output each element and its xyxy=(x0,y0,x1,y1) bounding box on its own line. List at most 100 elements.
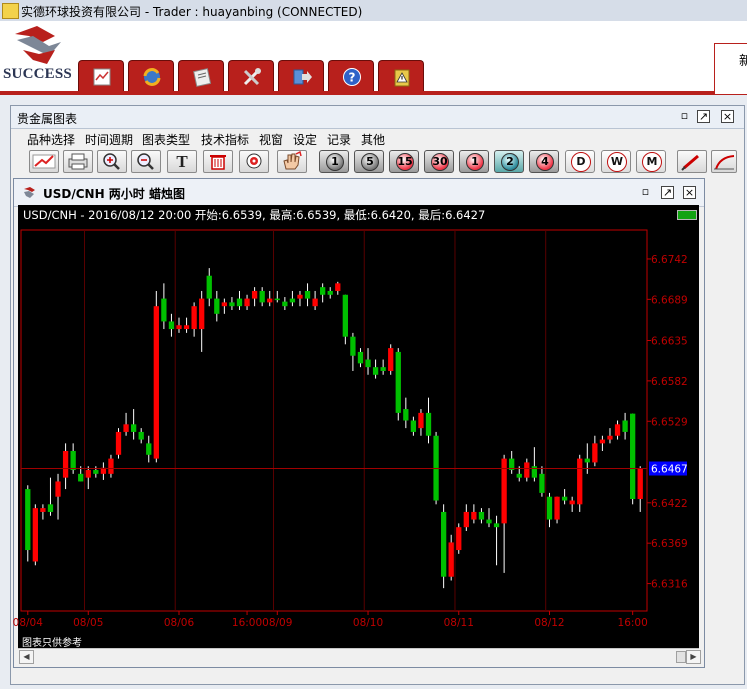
candle-down xyxy=(214,298,220,314)
candle-down xyxy=(138,431,144,440)
plot-frame xyxy=(20,229,648,612)
chart-horizontal-scrollbar[interactable]: ◀ ▶ xyxy=(18,648,701,666)
candle-down xyxy=(395,351,401,413)
candle-up xyxy=(176,325,182,330)
scroll-thumb[interactable] xyxy=(676,651,686,663)
x-tick-label: 08/12 xyxy=(534,617,564,629)
y-tick-label: 6.6635 xyxy=(651,335,688,347)
scroll-left-button[interactable]: ◀ xyxy=(19,650,34,664)
candle-up xyxy=(312,298,318,307)
candle-up xyxy=(637,468,643,499)
candle-up xyxy=(115,431,122,455)
candle-down xyxy=(486,519,492,524)
candle-down xyxy=(622,420,628,432)
candlestick-chart: 08/04 08/05 08/06 16:00 08/09 08/10 08/11 08/12… xyxy=(13,229,688,629)
candle-down xyxy=(380,367,386,371)
candle-up xyxy=(85,470,91,478)
candle-up xyxy=(614,424,621,436)
candle-down xyxy=(440,511,447,577)
candle-up xyxy=(191,306,197,330)
x-tick-label: 16:00 xyxy=(232,617,262,629)
y-tick-label: 6.6742 xyxy=(651,254,688,266)
candle-down xyxy=(93,470,99,474)
candle-up xyxy=(32,508,38,562)
candle-up xyxy=(448,542,454,577)
candle-up xyxy=(456,527,462,551)
candle-down xyxy=(304,290,311,299)
candle-down xyxy=(539,473,545,493)
y-tick-label: 6.6422 xyxy=(651,498,688,510)
candle-up xyxy=(183,325,190,330)
candle-down xyxy=(259,290,265,303)
candle-up xyxy=(599,439,606,444)
candle-down xyxy=(516,473,522,478)
candle-down xyxy=(365,359,371,368)
candle-up xyxy=(199,298,205,330)
candle-up xyxy=(55,481,61,497)
y-tick-label: 6.6529 xyxy=(651,416,688,428)
y-tick-label: 6.6689 xyxy=(651,294,688,306)
candle-down xyxy=(493,523,500,528)
candle-down xyxy=(161,298,167,322)
candle-up xyxy=(221,302,228,307)
candle-up xyxy=(418,412,424,429)
candle-down xyxy=(47,504,54,512)
candle-up xyxy=(40,508,46,512)
candle-down xyxy=(289,298,296,303)
candle-up xyxy=(569,500,575,505)
candle-down xyxy=(130,424,137,432)
candle-down xyxy=(357,351,364,364)
candle-down xyxy=(630,413,636,499)
candle-up xyxy=(335,283,341,291)
y-tick-label: 6.6316 xyxy=(651,579,688,591)
candle-down xyxy=(274,298,280,301)
candle-down xyxy=(561,496,568,501)
candle-down xyxy=(70,450,76,471)
candle-up xyxy=(123,424,129,432)
current-price-label: 6.6467 xyxy=(651,464,688,476)
candle-down xyxy=(168,321,175,330)
candle-down xyxy=(78,473,84,482)
candle-up xyxy=(62,450,69,478)
candle-down xyxy=(350,336,356,356)
candle-down xyxy=(206,275,212,299)
chart-disclaimer: 图表只供参考 xyxy=(22,638,82,649)
candle-up xyxy=(244,298,250,307)
candle-down xyxy=(403,409,409,421)
candle-down xyxy=(320,287,326,295)
candle-down xyxy=(410,420,417,432)
x-tick-label: 08/10 xyxy=(353,617,383,629)
candle-up xyxy=(471,511,477,520)
candle-down xyxy=(229,302,235,307)
candle-up xyxy=(554,496,560,520)
candle-down xyxy=(531,466,538,478)
candle-up xyxy=(297,294,303,299)
candle-up xyxy=(388,348,394,371)
x-tick-label: 08/04 xyxy=(13,617,44,629)
candle-up xyxy=(463,511,469,528)
x-tick-label: 08/05 xyxy=(73,617,103,629)
candle-up xyxy=(524,462,530,478)
candle-down xyxy=(236,298,243,307)
candle-down xyxy=(25,489,31,551)
candle-up xyxy=(153,306,159,459)
x-tick-label: 16:00 xyxy=(618,617,648,629)
candle-down xyxy=(546,496,553,520)
x-tick-label: 08/09 xyxy=(262,617,292,629)
x-tick-label: 08/11 xyxy=(444,617,474,629)
candle-down xyxy=(478,511,485,520)
candle-down xyxy=(327,290,333,295)
candle-up xyxy=(267,298,273,303)
candle-up xyxy=(607,435,613,440)
candle-up xyxy=(108,458,114,474)
x-tick-label: 08/06 xyxy=(164,617,195,629)
y-tick-label: 6.6369 xyxy=(651,538,688,550)
candle-up xyxy=(592,443,598,463)
candle-up xyxy=(577,458,583,505)
candle-down xyxy=(584,458,590,463)
candle-down xyxy=(425,412,432,436)
candle-up xyxy=(251,290,258,299)
candle-down xyxy=(372,367,379,375)
candle-down xyxy=(342,294,348,337)
scroll-right-button[interactable]: ▶ xyxy=(686,650,701,664)
